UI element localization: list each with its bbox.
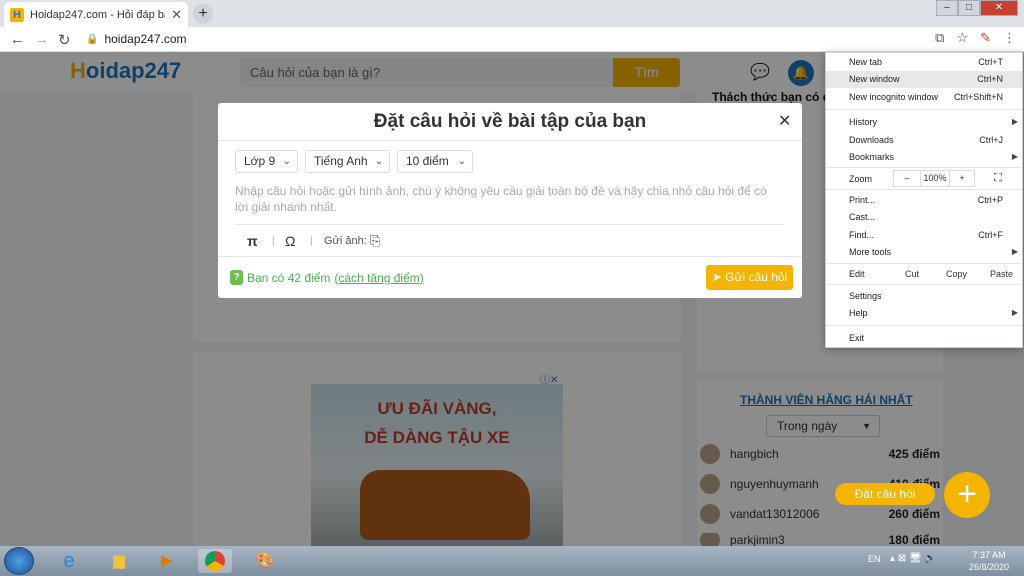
earn-points-link[interactable]: (cách tăng điểm) xyxy=(334,271,423,285)
chrome-taskbar-icon[interactable] xyxy=(198,549,232,573)
attach-image-icon[interactable]: ⎘ xyxy=(370,233,380,249)
url-text: hoidap247.com xyxy=(104,32,187,46)
language-indicator[interactable]: EN xyxy=(868,554,881,564)
site-favicon-icon: H xyxy=(10,7,24,22)
menu-new-window[interactable]: New window xyxy=(849,74,900,84)
send-icon: ➤ xyxy=(711,270,726,284)
paint-icon[interactable]: 🎨 xyxy=(248,549,282,573)
menu-settings[interactable]: Settings xyxy=(849,291,882,301)
points-value: 10 điểm xyxy=(406,154,449,168)
points-text: Bạn có 42 điểm xyxy=(247,270,331,285)
menu-downloads[interactable]: Downloads xyxy=(849,135,894,145)
submenu-arrow-icon: ▶ xyxy=(1011,247,1018,256)
extension-icon[interactable]: ✎ xyxy=(980,30,991,46)
menu-more-tools[interactable]: More tools xyxy=(849,247,891,257)
menu-shortcut: Ctrl+F xyxy=(978,230,1003,240)
browser-tab[interactable]: H Hoidap247.com - Hỏi đáp bài tập ✕ xyxy=(4,2,188,27)
divider xyxy=(218,256,802,257)
menu-divider xyxy=(826,189,1022,190)
media-player-icon[interactable]: ▶ xyxy=(150,549,184,573)
chevron-down-icon: ⌄ xyxy=(282,156,291,167)
zoom-in-button[interactable]: + xyxy=(949,170,975,187)
tab-close-icon[interactable]: ✕ xyxy=(171,7,182,23)
math-pi-icon[interactable]: π xyxy=(247,233,258,249)
zoom-out-button[interactable]: – xyxy=(893,170,921,187)
submit-label: Gửi câu hỏi xyxy=(725,270,788,284)
minimize-button[interactable]: – xyxy=(936,0,958,16)
file-explorer-icon[interactable]: ▆ xyxy=(102,549,136,573)
clock-date: 26/8/2020 xyxy=(968,562,1010,572)
menu-cut[interactable]: Cut xyxy=(905,269,919,279)
menu-shortcut: Ctrl+T xyxy=(978,57,1003,67)
user-points: ? Bạn có 42 điểm (cách tăng điểm) xyxy=(230,270,424,285)
internet-explorer-icon[interactable]: e xyxy=(52,549,86,573)
start-button[interactable] xyxy=(4,547,34,575)
omega-symbol-icon[interactable]: Ω xyxy=(285,233,295,249)
menu-shortcut: Ctrl+J xyxy=(979,135,1003,145)
clock-time: 7:37 AM xyxy=(972,550,1006,560)
menu-help[interactable]: Help xyxy=(849,308,868,318)
window-controls: – □ ✕ xyxy=(936,0,1018,16)
menu-divider xyxy=(826,263,1022,264)
tab-title: Hoidap247.com - Hỏi đáp bài tập xyxy=(30,8,165,21)
back-icon[interactable]: ← xyxy=(10,31,25,48)
grade-value: Lớp 9 xyxy=(244,154,276,168)
menu-divider xyxy=(826,325,1022,326)
translate-icon[interactable]: ⧉ xyxy=(935,30,944,46)
menu-divider xyxy=(826,109,1022,110)
menu-shortcut: Ctrl+N xyxy=(977,74,1003,84)
grade-select[interactable]: Lớp 9 ⌄ xyxy=(235,150,298,173)
question-textarea[interactable]: Nhập câu hỏi hoặc gửi hình ảnh, chú ý kh… xyxy=(235,183,775,215)
menu-cast[interactable]: Cast... xyxy=(849,212,875,222)
menu-divider xyxy=(826,284,1022,285)
chrome-menu-icon[interactable]: ⋮ xyxy=(1003,30,1016,46)
menu-edit: Edit xyxy=(849,269,865,279)
chevron-down-icon: ⌄ xyxy=(374,156,383,167)
divider xyxy=(235,224,784,225)
forward-icon[interactable]: → xyxy=(34,31,49,48)
close-window-button[interactable]: ✕ xyxy=(980,0,1018,16)
address-bar[interactable]: 🔒 hoidap247.com xyxy=(86,30,916,48)
submenu-arrow-icon: ▶ xyxy=(1011,117,1018,126)
modal-title: Đặt câu hỏi về bài tập của bạn xyxy=(373,111,647,132)
menu-bookmarks[interactable]: Bookmarks xyxy=(849,152,894,162)
menu-exit[interactable]: Exit xyxy=(849,333,864,343)
menu-zoom: Zoom xyxy=(849,174,873,184)
menu-copy[interactable]: Copy xyxy=(946,269,967,279)
menu-new-incognito[interactable]: New incognito window xyxy=(849,92,938,102)
submit-question-button[interactable]: ➤ Gửi câu hỏi xyxy=(706,265,793,290)
menu-history[interactable]: History xyxy=(849,117,877,127)
send-image-label: Gửi ảnh: xyxy=(324,235,367,247)
subject-value: Tiếng Anh xyxy=(314,154,368,168)
separator: | xyxy=(310,236,313,247)
menu-shortcut: Ctrl+P xyxy=(977,195,1003,205)
reload-icon[interactable]: ↻ xyxy=(58,31,71,49)
menu-paste[interactable]: Paste xyxy=(990,269,1013,279)
fullscreen-icon[interactable]: ⛶ xyxy=(994,172,1002,185)
submenu-arrow-icon: ▶ xyxy=(1011,308,1018,317)
separator: | xyxy=(272,236,275,247)
tray-icons[interactable]: ▴ ⊠ 🖥 🔈 xyxy=(890,553,937,564)
maximize-button[interactable]: □ xyxy=(958,0,980,16)
close-icon[interactable]: ✕ xyxy=(778,111,791,131)
subject-select[interactable]: Tiếng Anh ⌄ xyxy=(305,150,390,173)
submenu-arrow-icon: ▶ xyxy=(1011,152,1018,161)
divider xyxy=(218,140,802,141)
system-clock[interactable]: 7:37 AM 26/8/2020 xyxy=(964,549,1014,573)
points-select[interactable]: 10 điểm ⌄ xyxy=(397,150,473,173)
bookmark-star-icon[interactable]: ☆ xyxy=(956,30,968,46)
toolbar-icons: ⧉ ☆ ✎ ⋮ xyxy=(935,30,1016,46)
menu-divider xyxy=(826,167,1022,168)
lock-icon: 🔒 xyxy=(86,33,99,45)
menu-find[interactable]: Find... xyxy=(849,230,874,240)
menu-shortcut: Ctrl+Shift+N xyxy=(953,92,1003,102)
menu-print[interactable]: Print... xyxy=(849,195,875,205)
ask-question-fab-button[interactable]: + xyxy=(944,472,990,518)
zoom-value: 100% xyxy=(920,170,950,187)
menu-new-tab[interactable]: New tab xyxy=(849,57,882,67)
new-tab-button[interactable]: + xyxy=(193,4,213,24)
ask-question-label[interactable]: Đặt câu hỏi xyxy=(835,483,935,505)
chevron-down-icon: ⌄ xyxy=(457,156,466,167)
help-icon: ? xyxy=(230,270,243,285)
